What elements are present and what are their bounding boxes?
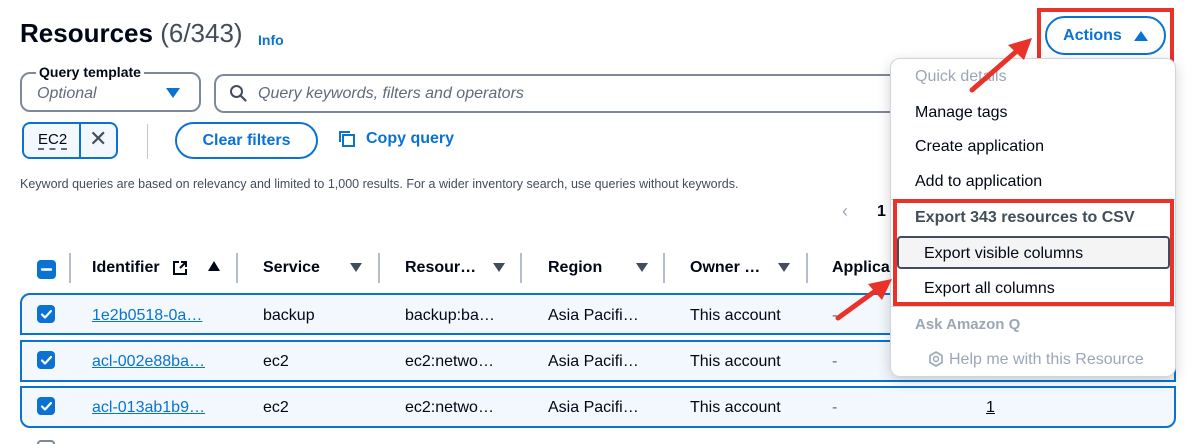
cell-tag-count[interactable]: 1 — [986, 399, 995, 417]
chevron-left-icon[interactable]: ‹ — [842, 201, 848, 222]
cell-application: - — [832, 353, 838, 370]
cell-service: backup — [263, 307, 315, 324]
close-icon[interactable]: ✕ — [89, 128, 107, 150]
keyword-query-note: Keyword queries are based on relevancy a… — [20, 177, 739, 191]
row-checkbox[interactable] — [37, 351, 55, 369]
column-header-owner[interactable]: Owner … — [690, 259, 760, 277]
cell-region: Asia Pacifi… — [548, 353, 639, 370]
row-checkbox[interactable] — [37, 440, 55, 444]
search-icon — [230, 85, 247, 102]
column-header-region[interactable]: Region — [548, 259, 602, 277]
search-placeholder: Query keywords, filters and operators — [258, 85, 524, 102]
column-divider — [378, 253, 380, 283]
actions-button[interactable]: Actions — [1045, 16, 1166, 55]
row-checkbox[interactable] — [37, 397, 55, 415]
column-header-application[interactable]: Applica — [832, 259, 890, 277]
cell-resource-type: ec2:netwo… — [405, 399, 494, 416]
sort-icon[interactable] — [778, 263, 790, 272]
export-highlight-box — [893, 199, 1174, 306]
minus-icon — [40, 268, 53, 271]
cell-service: ec2 — [263, 399, 289, 416]
caret-down-icon — [166, 88, 180, 98]
column-header-resource-type[interactable]: Resour… — [405, 259, 476, 277]
column-header-service[interactable]: Service — [263, 259, 320, 277]
column-divider — [69, 253, 71, 283]
resource-count: (6/343) — [160, 18, 243, 48]
cell-resource-type: backup:ba… — [405, 307, 495, 324]
menu-item-help-resource: Help me with this Resource — [949, 351, 1144, 368]
divider — [147, 124, 148, 159]
check-icon — [40, 401, 52, 411]
cell-region: Asia Pacifi… — [548, 399, 639, 416]
cell-owner: This account — [690, 307, 781, 324]
query-template-placeholder: Optional — [37, 85, 97, 102]
column-header-identifier[interactable]: Identifier — [92, 259, 160, 277]
menu-divider — [891, 306, 1175, 307]
menu-item-add-to-application[interactable]: Add to application — [915, 173, 1042, 191]
copy-query-button[interactable]: Copy query — [366, 130, 454, 148]
menu-group-ask-q: Ask Amazon Q — [915, 316, 1021, 333]
column-divider — [663, 253, 665, 283]
sort-icon[interactable] — [636, 263, 648, 272]
caret-up-icon — [1133, 30, 1148, 41]
menu-item-create-application[interactable]: Create application — [915, 138, 1044, 156]
sort-icon[interactable] — [350, 263, 362, 272]
menu-item-manage-tags[interactable]: Manage tags — [915, 104, 1008, 122]
resource-identifier-link[interactable]: acl-002e88ba… — [92, 353, 205, 371]
select-all-checkbox[interactable] — [37, 260, 56, 279]
info-link[interactable]: Info — [258, 32, 284, 48]
page-number[interactable]: 1 — [877, 203, 886, 221]
amazon-q-icon — [929, 351, 943, 367]
cell-application: - — [832, 399, 838, 416]
menu-item-quick-details: Quick details — [915, 68, 1007, 85]
column-divider — [806, 253, 808, 283]
actions-button-label: Actions — [1063, 26, 1122, 44]
resource-identifier-link[interactable]: 1e2b0518-0a… — [92, 307, 202, 325]
cell-resource-type: ec2:netwo… — [405, 353, 494, 370]
cell-owner: This account — [690, 353, 781, 370]
cell-service: ec2 — [263, 353, 289, 370]
check-icon — [40, 355, 52, 365]
page-title: Resources (6/343) — [20, 18, 243, 49]
column-divider — [236, 253, 238, 283]
filter-token-divider — [79, 124, 81, 157]
sort-icon[interactable] — [493, 263, 505, 272]
clear-filters-button[interactable]: Clear filters — [175, 122, 318, 159]
filter-token-label[interactable]: EC2 — [38, 132, 68, 150]
cell-owner: This account — [690, 399, 781, 416]
resource-identifier-link[interactable]: acl-013ab1b9… — [92, 399, 205, 417]
check-icon — [40, 309, 52, 319]
query-template-label: Query template — [36, 64, 144, 80]
external-link-icon — [173, 261, 187, 275]
column-divider — [520, 253, 522, 283]
page-title-text: Resources — [20, 18, 153, 48]
cell-region: Asia Pacifi… — [548, 307, 639, 324]
cell-application: - — [832, 307, 838, 324]
copy-icon[interactable] — [337, 129, 357, 149]
row-checkbox[interactable] — [37, 305, 55, 323]
sort-ascending-icon[interactable] — [208, 261, 220, 271]
